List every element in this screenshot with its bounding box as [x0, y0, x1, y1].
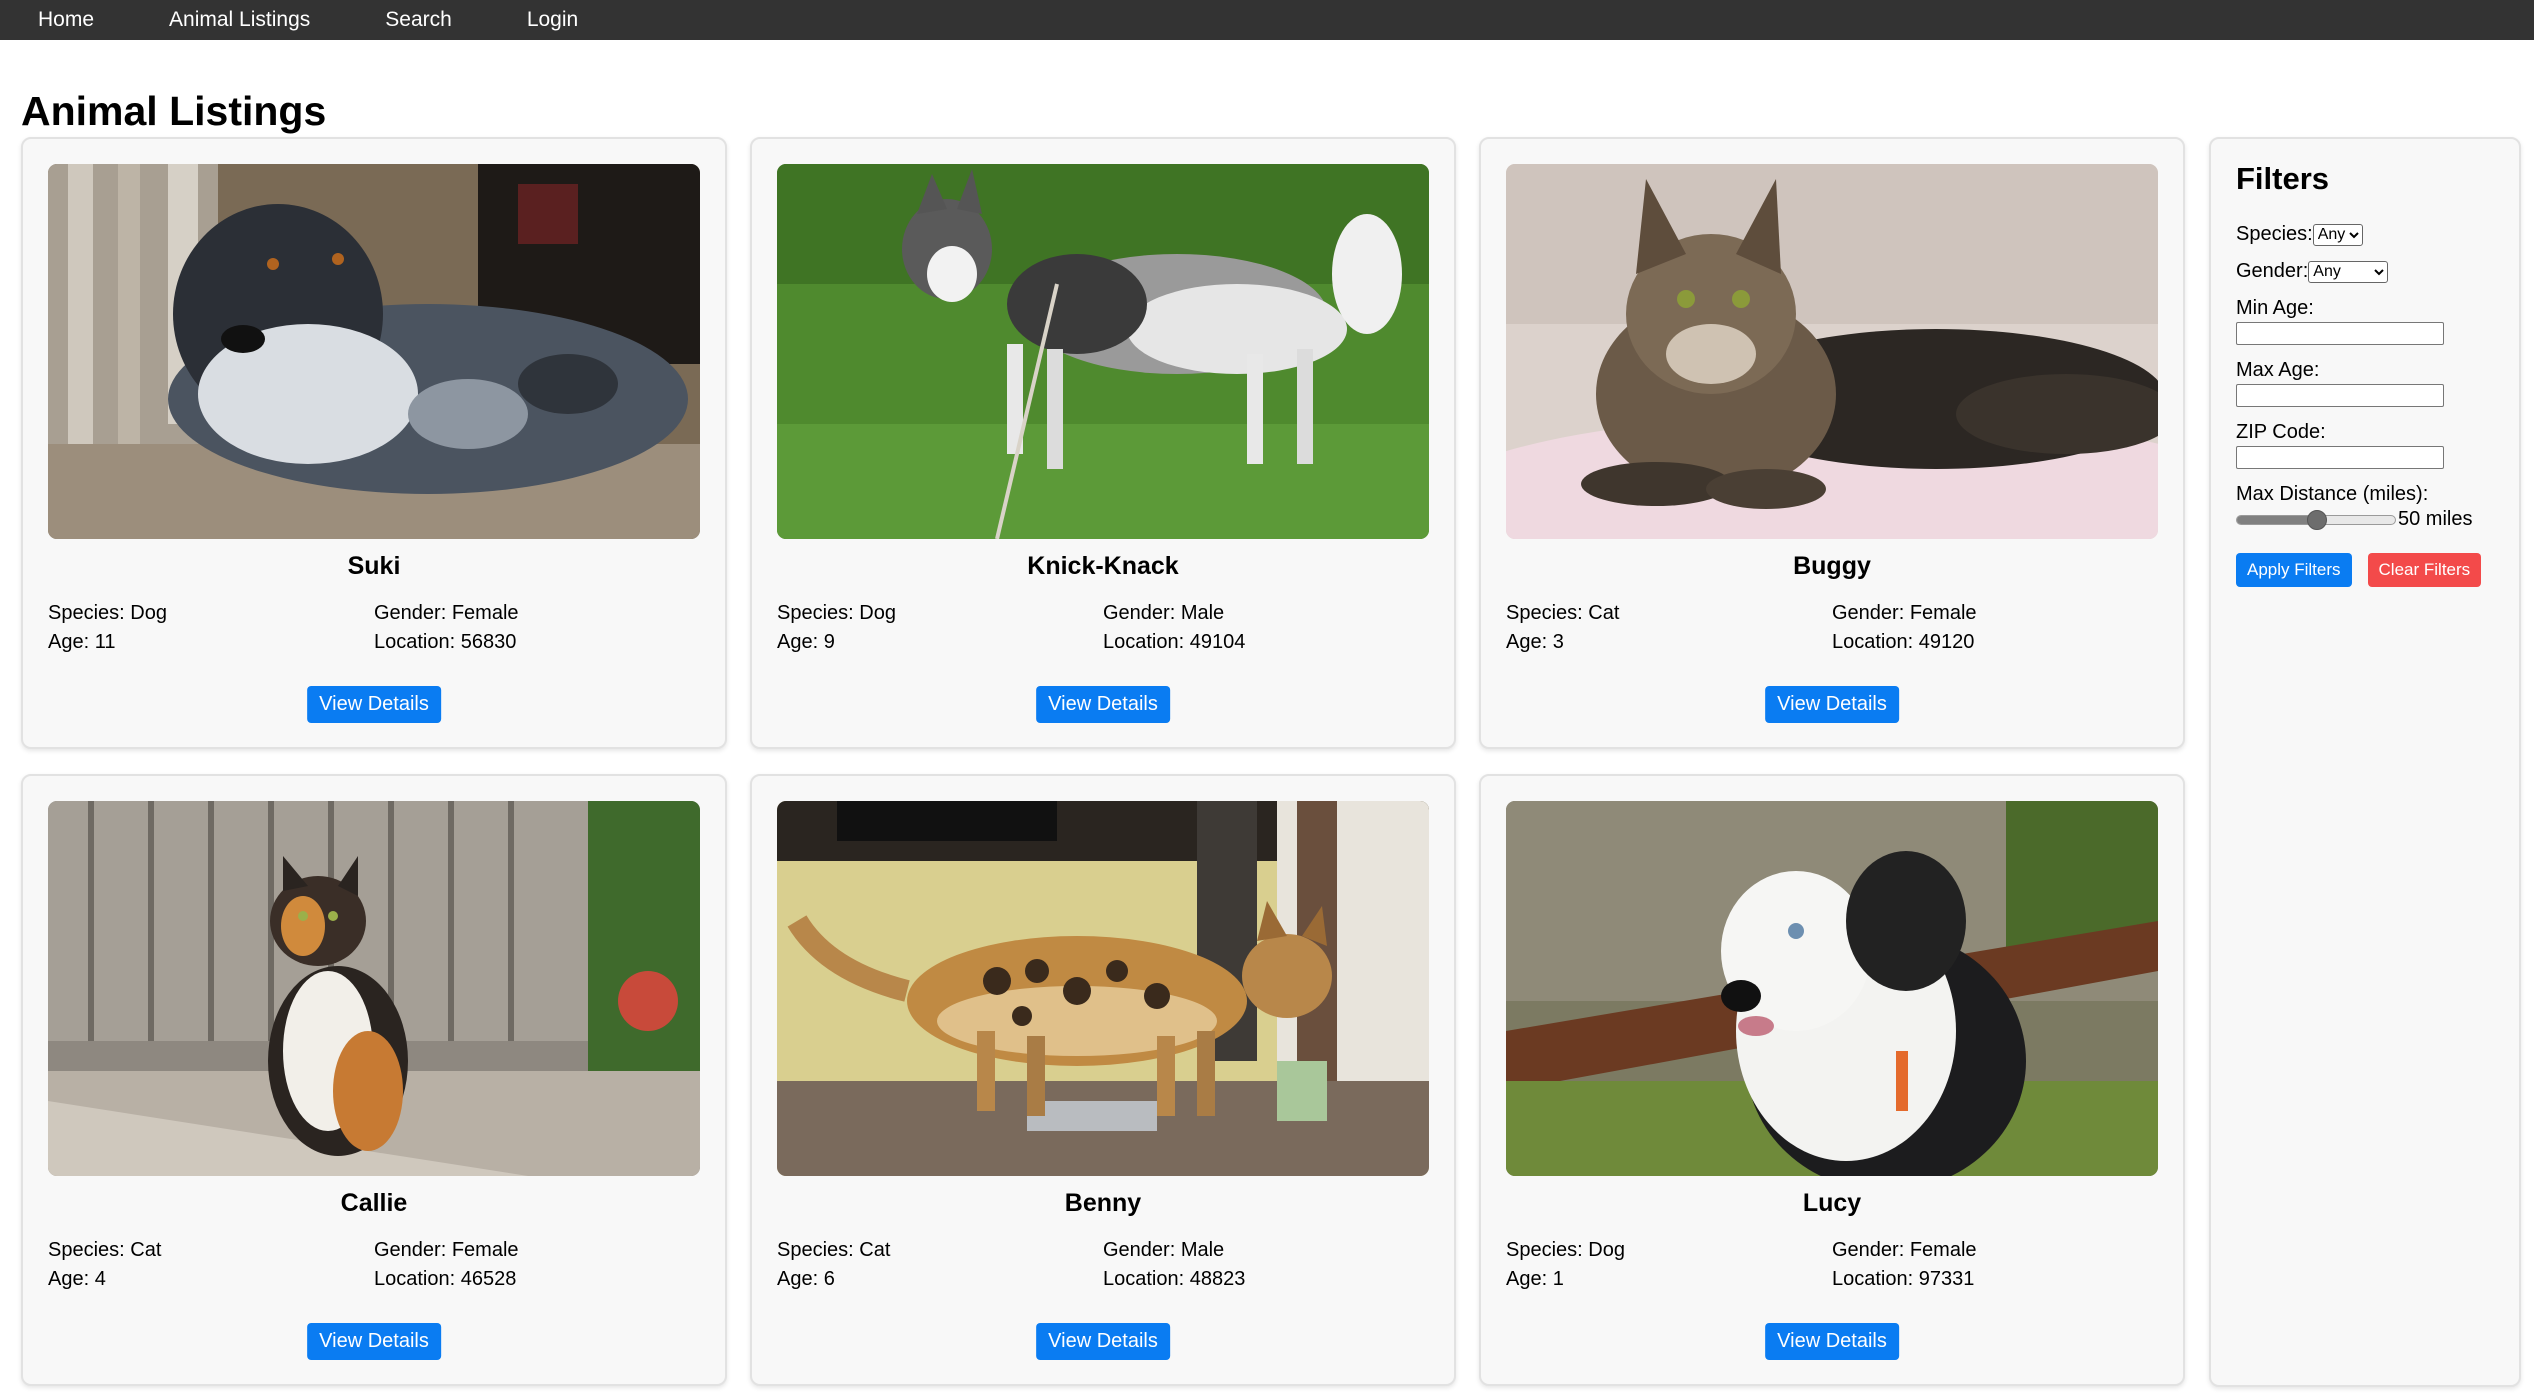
top-nav: Home Animal Listings Search Login [0, 0, 2534, 40]
view-details-button[interactable]: View Details [307, 686, 441, 723]
animal-card: Benny Species: Cat Gender: Male Age: 6 L… [750, 774, 1456, 1386]
min-age-label: Min Age: [2236, 297, 2314, 319]
distance-slider-thumb[interactable] [2307, 509, 2327, 530]
filters-panel: Filters Species: Any Gender: Any Min Age: … [2209, 137, 2521, 1387]
distance-filter: Max Distance (miles): 50 miles [2236, 483, 2494, 531]
dog-merle-photo [48, 164, 700, 539]
animal-card: Callie Species: Cat Gender: Female Age: … [21, 774, 727, 1386]
sheepdog-puppy-photo [1506, 801, 2158, 1176]
animal-details: Species: Dog Gender: Male Age: 9 Locatio… [777, 602, 1429, 654]
filters-title: Filters [2236, 161, 2330, 196]
animal-card: Knick-Knack Species: Dog Gender: Male Ag… [750, 137, 1456, 749]
nav-login[interactable]: Login [527, 8, 578, 32]
animal-card: Suki Species: Dog Gender: Female Age: 11… [21, 137, 727, 749]
gender-field: Gender: Male [1103, 1239, 1225, 1261]
view-details-button[interactable]: View Details [1765, 686, 1899, 723]
age-field: Age: 6 [777, 1268, 835, 1290]
animal-card: Lucy Species: Dog Gender: Female Age: 1 … [1479, 774, 2185, 1386]
apply-filters-button[interactable]: Apply Filters [2236, 553, 2352, 587]
gender-field: Gender: Female [1832, 1239, 1977, 1261]
distance-value: 50 miles [2398, 508, 2473, 530]
gender-select[interactable]: Any [2308, 260, 2389, 283]
view-details-button[interactable]: View Details [1765, 1323, 1899, 1360]
nav-search[interactable]: Search [385, 8, 452, 32]
maine-coon-cat-photo [1506, 164, 2158, 539]
calico-cat-photo [48, 801, 700, 1176]
species-field: Species: Cat [48, 1239, 162, 1261]
species-field: Species: Dog [48, 602, 167, 624]
view-details-button[interactable]: View Details [307, 1323, 441, 1360]
zip-input[interactable] [2236, 446, 2444, 469]
species-field: Species: Dog [777, 602, 896, 624]
husky-on-grass-photo [777, 164, 1429, 539]
view-details-button[interactable]: View Details [1036, 686, 1170, 723]
location-field: Location: 97331 [1832, 1268, 1975, 1290]
max-age-input[interactable] [2236, 384, 2444, 407]
distance-slider-row: 50 miles [2236, 508, 2494, 531]
animal-name: Knick-Knack [1027, 552, 1179, 580]
location-field: Location: 49104 [1103, 631, 1246, 653]
gender-filter: Gender: Any [2236, 260, 2494, 283]
zip-filter: ZIP Code: [2236, 421, 2494, 469]
age-field: Age: 11 [48, 631, 116, 653]
filter-actions: Apply Filters Clear Filters [2236, 553, 2494, 587]
page-title: Animal Listings [21, 88, 327, 134]
min-age-filter: Min Age: [2236, 297, 2494, 345]
animal-name: Buggy [1793, 552, 1871, 580]
species-filter-label: Species: [2236, 223, 2313, 245]
nav-home[interactable]: Home [38, 8, 94, 32]
location-field: Location: 48823 [1103, 1268, 1246, 1290]
animal-name: Benny [1064, 1189, 1142, 1217]
distance-slider-fill [2237, 515, 2316, 524]
clear-filters-button[interactable]: Clear Filters [2367, 553, 2482, 587]
animal-name: Suki [347, 552, 401, 580]
species-filter: Species: Any [2236, 223, 2494, 246]
nav-animal-listings[interactable]: Animal Listings [169, 8, 310, 32]
animal-name: Callie [340, 1189, 408, 1217]
distance-slider[interactable] [2236, 509, 2396, 530]
age-field: Age: 3 [1506, 631, 1564, 653]
gender-field: Gender: Female [374, 602, 519, 624]
animal-name: Lucy [1802, 1189, 1862, 1217]
animal-details: Species: Cat Gender: Male Age: 6 Locatio… [777, 1239, 1429, 1291]
listings-grid: Suki Species: Dog Gender: Female Age: 11… [21, 137, 2186, 1386]
distance-label: Max Distance (miles): [2236, 483, 2429, 505]
animal-details: Species: Cat Gender: Female Age: 3 Locat… [1506, 602, 2158, 654]
animal-details: Species: Dog Gender: Female Age: 1 Locat… [1506, 1239, 2158, 1291]
species-field: Species: Cat [1506, 602, 1620, 624]
min-age-input[interactable] [2236, 322, 2444, 345]
species-field: Species: Dog [1506, 1239, 1625, 1261]
location-field: Location: 56830 [374, 631, 517, 653]
max-age-label: Max Age: [2236, 359, 2320, 381]
gender-field: Gender: Male [1103, 602, 1225, 624]
bengal-cat-photo [777, 801, 1429, 1176]
animal-details: Species: Dog Gender: Female Age: 11 Loca… [48, 602, 700, 654]
gender-field: Gender: Female [374, 1239, 519, 1261]
age-field: Age: 1 [1506, 1268, 1564, 1290]
gender-filter-label: Gender: [2236, 260, 2309, 282]
location-field: Location: 49120 [1832, 631, 1975, 653]
location-field: Location: 46528 [374, 1268, 517, 1290]
animal-details: Species: Cat Gender: Female Age: 4 Locat… [48, 1239, 700, 1291]
animal-card: Buggy Species: Cat Gender: Female Age: 3… [1479, 137, 2185, 749]
max-age-filter: Max Age: [2236, 359, 2494, 407]
age-field: Age: 4 [48, 1268, 106, 1290]
zip-label: ZIP Code: [2236, 421, 2326, 443]
species-select[interactable]: Any [2312, 223, 2363, 246]
species-field: Species: Cat [777, 1239, 891, 1261]
gender-field: Gender: Female [1832, 602, 1977, 624]
view-details-button[interactable]: View Details [1036, 1323, 1170, 1360]
age-field: Age: 9 [777, 631, 835, 653]
